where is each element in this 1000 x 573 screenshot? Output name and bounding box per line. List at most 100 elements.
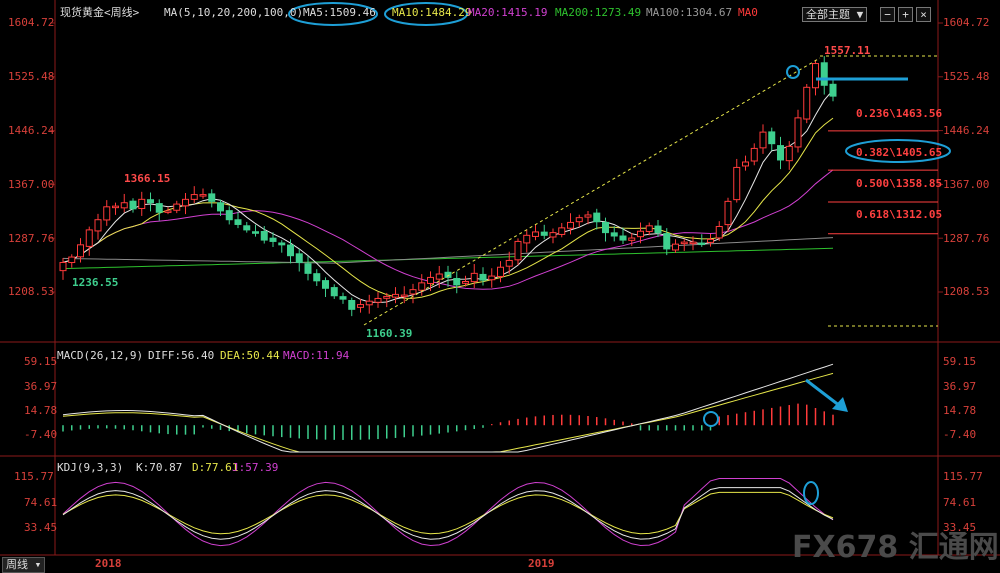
candle-body: [383, 295, 391, 299]
zoom-in-button[interactable]: +: [898, 7, 913, 22]
candle-body: [164, 210, 172, 213]
y-tick-right: 1604.72: [943, 16, 990, 29]
y-tick-left: 1525.48: [8, 70, 55, 83]
candle-body: [217, 202, 224, 212]
y-tick-right: 1446.24: [943, 124, 990, 137]
candle-body: [733, 166, 741, 201]
kdj-j: J:57.39: [232, 461, 279, 474]
candle-body: [365, 300, 373, 306]
y-tick-left: 1208.53: [8, 285, 55, 298]
candle-body: [803, 86, 811, 120]
zoom-out-button[interactable]: −: [880, 7, 895, 22]
candle-body: [567, 221, 574, 229]
kdj-y-tick-right: 74.61: [943, 496, 977, 509]
candle-body: [339, 296, 347, 300]
fib-0382-label: 0.382\1405.65: [856, 146, 943, 159]
watermark-logo: FX678 汇通网: [792, 530, 999, 565]
ma10-value: MA10:1484.29: [392, 6, 472, 19]
macd-y-tick-right: -7.40: [943, 428, 977, 441]
zoom-fit-button[interactable]: ×: [916, 7, 931, 22]
chart-canvas: [0, 0, 1000, 556]
candle-body: [689, 241, 697, 245]
candle-body: [392, 293, 399, 298]
candle-body: [742, 161, 749, 167]
candle-body: [444, 271, 452, 278]
candle-body: [234, 219, 242, 225]
period-tab[interactable]: 周线 ▾: [2, 557, 46, 573]
low-2018-label: 1236.55: [72, 276, 119, 289]
candle-body: [514, 240, 522, 261]
y-tick-left: 1287.76: [8, 232, 55, 245]
candle-body: [287, 244, 294, 257]
candle-body: [532, 231, 539, 237]
candle-body: [505, 259, 513, 267]
candle-body: [260, 231, 268, 241]
macd-dea: DEA:50.44: [220, 349, 280, 362]
theme-selector[interactable]: 全部主题 ▼: [802, 7, 868, 22]
ma200-value: MA200:1273.49: [555, 6, 642, 19]
candle-body: [418, 282, 426, 291]
candle-body: [278, 242, 286, 246]
candle-body: [829, 83, 837, 97]
kdj-params: KDJ(9,3,3): [57, 461, 124, 474]
candle-body: [190, 194, 198, 200]
candle-body: [768, 131, 776, 145]
candle-body: [409, 289, 417, 295]
instrument-title: 现货黄金<周线>: [60, 6, 140, 19]
ma100-value: MA100:1304.67: [646, 6, 733, 19]
candle-body: [785, 145, 793, 162]
theme-selector-label: 全部主题: [806, 8, 850, 21]
candle-body: [400, 294, 408, 298]
candle-body: [523, 234, 531, 244]
price-highlight-circle: [786, 65, 800, 79]
candle-body: [540, 231, 548, 236]
ma20-value: MA20:1415.19: [468, 6, 548, 19]
kdj-y-tick-right: 115.77: [943, 470, 983, 483]
y-tick-right: 1367.00: [943, 178, 990, 191]
macd-y-tick: 36.97: [24, 380, 58, 393]
kdj-highlight-ellipse: [803, 481, 819, 505]
candle-body: [59, 261, 67, 272]
macd-params: MACD(26,12,9): [57, 349, 144, 362]
candle-body: [112, 205, 119, 209]
macd-dea-line: [62, 372, 834, 453]
macd-y-tick-right: 59.15: [943, 355, 977, 368]
macd-diff-line: [62, 363, 834, 453]
candle-body: [155, 203, 163, 213]
y-tick-left: 1604.72: [8, 16, 55, 29]
y-tick-right: 1525.48: [943, 70, 990, 83]
candle-body: [759, 131, 767, 149]
candle-body: [304, 263, 312, 274]
macd-y-tick: -7.40: [24, 428, 58, 441]
candle-body: [470, 272, 478, 283]
candle-body: [462, 280, 469, 284]
candle-body: [269, 237, 277, 242]
macd-arrow-line: [805, 378, 841, 408]
candle-body: [558, 227, 566, 235]
kdj-y-tick: 33.45: [24, 521, 58, 534]
candle-body: [654, 225, 662, 234]
ma100-line: [62, 237, 834, 264]
candle-body: [715, 226, 723, 239]
high-2018-label: 1366.15: [124, 172, 171, 185]
candle-body: [225, 210, 233, 221]
candle-body: [243, 225, 251, 231]
macd-cross-circle: [703, 411, 719, 427]
candle-body: [77, 244, 84, 258]
macd-diff: DIFF:56.40: [148, 349, 215, 362]
candle-body: [147, 199, 154, 204]
ma0-value: MA0: [738, 6, 758, 19]
candle-body: [322, 280, 329, 289]
macd-y-tick-right: 36.97: [943, 380, 977, 393]
candle-body: [479, 273, 487, 281]
kdj-y-tick: 115.77: [14, 470, 54, 483]
candle-body: [724, 200, 732, 226]
candle-body: [672, 243, 679, 251]
candle-body: [94, 219, 102, 232]
candle-body: [103, 206, 111, 221]
low-2018-bottom-label: 1160.39: [366, 327, 413, 340]
macd-y-tick: 59.15: [24, 355, 58, 368]
candle-body: [208, 193, 216, 202]
candle-body: [453, 277, 461, 286]
candle-body: [348, 299, 356, 310]
